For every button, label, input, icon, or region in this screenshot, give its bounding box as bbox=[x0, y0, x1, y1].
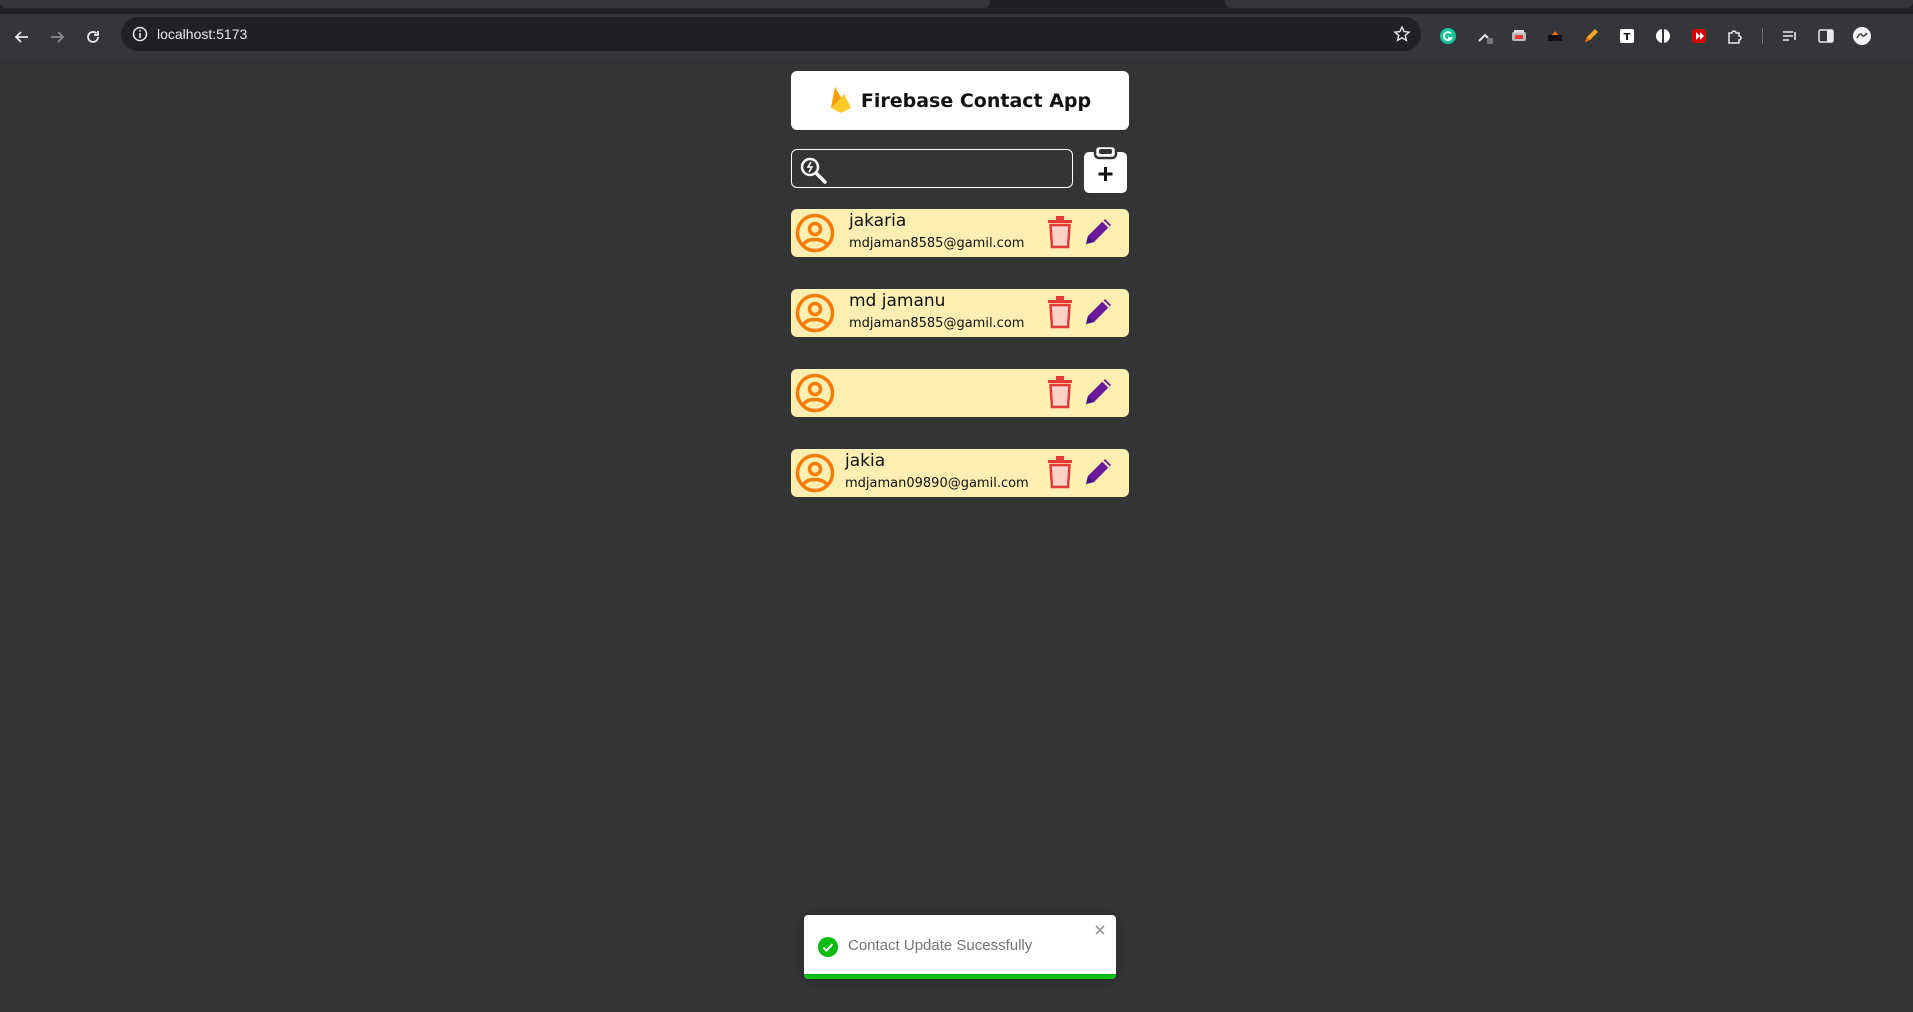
contact-list: jakaria mdjaman8585@gamil.com md jamanu … bbox=[791, 209, 1129, 497]
contact-name: jakaria bbox=[849, 211, 907, 231]
contact-email: mdjaman8585@gamil.com bbox=[849, 316, 1025, 331]
user-avatar-icon bbox=[795, 293, 835, 333]
contact-name: jakia bbox=[845, 451, 886, 471]
contact-email: mdjaman8585@gamil.com bbox=[849, 236, 1025, 251]
reading-list-icon[interactable] bbox=[1779, 25, 1801, 47]
extension-icon[interactable] bbox=[1580, 25, 1602, 47]
contact-card[interactable]: md jamanu mdjaman8585@gamil.com bbox=[791, 289, 1129, 337]
user-avatar-icon bbox=[795, 453, 835, 493]
extension-icon[interactable]: T bbox=[1616, 25, 1638, 47]
toolbar-divider bbox=[1758, 25, 1766, 47]
contact-name: md jamanu bbox=[849, 291, 946, 311]
delete-trash-icon[interactable] bbox=[1046, 456, 1074, 489]
search-input[interactable] bbox=[838, 150, 1068, 187]
search-row bbox=[791, 149, 1129, 188]
search-field[interactable] bbox=[791, 149, 1073, 188]
extension-icon[interactable] bbox=[1474, 25, 1496, 47]
url-text[interactable]: localhost:5173 bbox=[157, 26, 247, 42]
contact-app: Firebase Contact App jakaria mdjaman8585… bbox=[791, 71, 1129, 529]
close-icon[interactable] bbox=[1093, 922, 1107, 936]
browser-tab[interactable] bbox=[1225, 0, 1913, 8]
contact-card[interactable]: jakia mdjaman09890@gamil.com bbox=[791, 449, 1129, 497]
tab-strip bbox=[0, 0, 1913, 14]
contact-card[interactable]: jakaria mdjaman8585@gamil.com bbox=[791, 209, 1129, 257]
edit-pencil-icon[interactable] bbox=[1082, 454, 1116, 488]
app-header: Firebase Contact App bbox=[791, 71, 1129, 130]
extension-icon[interactable] bbox=[1652, 25, 1674, 47]
address-bar[interactable]: localhost:5173 bbox=[121, 17, 1421, 51]
add-contact-button[interactable] bbox=[1084, 144, 1127, 193]
contact-card[interactable] bbox=[791, 369, 1129, 417]
extensions-puzzle-icon[interactable] bbox=[1724, 25, 1746, 47]
toast-progress-bar bbox=[804, 974, 1116, 979]
firebase-logo-icon bbox=[829, 84, 853, 118]
reload-icon[interactable] bbox=[80, 24, 106, 50]
toast-message: Contact Update Sucessfully bbox=[848, 937, 1033, 954]
edit-pencil-icon[interactable] bbox=[1082, 374, 1116, 408]
toast-notification: Contact Update Sucessfully bbox=[804, 915, 1116, 979]
user-avatar-icon bbox=[795, 373, 835, 413]
edit-pencil-icon[interactable] bbox=[1082, 214, 1116, 248]
edit-pencil-icon[interactable] bbox=[1082, 294, 1116, 328]
svg-text:T: T bbox=[1624, 32, 1631, 43]
forward-icon[interactable] bbox=[44, 24, 70, 50]
extension-icon[interactable] bbox=[1508, 25, 1530, 47]
extension-icon[interactable] bbox=[1544, 25, 1566, 47]
delete-trash-icon[interactable] bbox=[1046, 296, 1074, 329]
profile-avatar-icon[interactable] bbox=[1851, 25, 1873, 47]
user-avatar-icon bbox=[795, 213, 835, 253]
side-panel-icon[interactable] bbox=[1815, 25, 1837, 47]
contact-email: mdjaman09890@gamil.com bbox=[845, 476, 1029, 491]
extension-icon[interactable] bbox=[1688, 25, 1710, 47]
app-title: Firebase Contact App bbox=[860, 89, 1092, 112]
site-info-icon[interactable] bbox=[131, 25, 149, 43]
bookmark-star-icon[interactable] bbox=[1393, 25, 1411, 43]
success-check-icon bbox=[818, 937, 838, 957]
search-icon bbox=[799, 156, 829, 184]
delete-trash-icon[interactable] bbox=[1046, 216, 1074, 249]
browser-tab[interactable] bbox=[0, 0, 990, 8]
browser-toolbar: localhost:5173 T bbox=[0, 14, 1913, 60]
delete-trash-icon[interactable] bbox=[1046, 376, 1074, 409]
back-icon[interactable] bbox=[9, 24, 35, 50]
grammarly-icon[interactable] bbox=[1437, 25, 1459, 47]
